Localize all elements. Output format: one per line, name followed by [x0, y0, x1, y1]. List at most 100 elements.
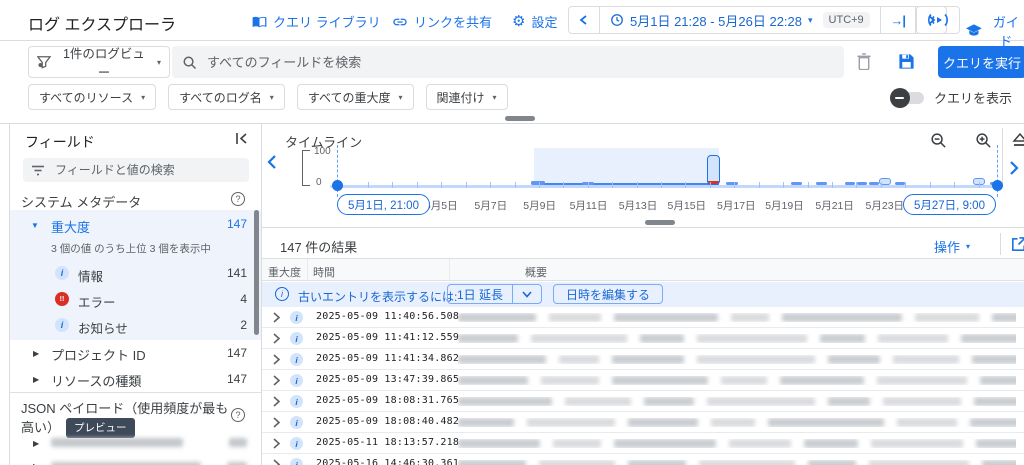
redacted-summary — [458, 418, 1016, 427]
expand-row-button[interactable] — [272, 375, 281, 386]
guide-label: ガイド — [992, 15, 1019, 49]
timeline-bar[interactable] — [844, 182, 855, 185]
guide-button[interactable]: ガイド — [966, 12, 1024, 50]
log-entry-row[interactable]: i 2025-05-11 18:13:57.218 — [262, 433, 1024, 454]
chevron-collapsed-icon[interactable]: ▶ — [33, 375, 39, 384]
severity-value-row[interactable]: i 情報 141 — [10, 260, 261, 286]
delete-query-button[interactable] — [856, 53, 872, 70]
log-timestamp: 2025-05-09 11:41:34.862 — [316, 353, 460, 364]
jump-to-now-button[interactable]: →| — [881, 7, 915, 33]
sidebar-field-severity[interactable]: ▼ 重大度 147 — [10, 214, 261, 238]
banner-text: 古いエントリを表示するには: — [298, 290, 458, 304]
timeline-bar[interactable] — [726, 182, 739, 185]
share-link-button[interactable]: リンクを共有 — [392, 12, 492, 31]
chevron-down-icon: ▾ — [808, 14, 813, 25]
extend-options-button[interactable] — [513, 285, 541, 303]
chevron-collapsed-icon[interactable]: ▶ — [33, 349, 39, 358]
redacted-field-row[interactable]: ▶ — [10, 456, 261, 465]
log-entry-row[interactable]: i 2025-05-09 11:41:12.559 — [262, 328, 1024, 349]
expand-row-button[interactable] — [272, 417, 281, 428]
expand-row-button[interactable] — [272, 333, 281, 344]
redacted-field-row[interactable]: ▶ — [10, 430, 261, 456]
search-input[interactable] — [205, 53, 834, 71]
collapse-timeline-button[interactable] — [1012, 132, 1024, 148]
axis-tick-label: 5月21日 — [815, 200, 854, 212]
save-query-button[interactable] — [898, 53, 915, 70]
axis-tick — [661, 182, 663, 188]
log-entry-row[interactable]: i 2025-05-09 18:08:40.482 — [262, 412, 1024, 433]
info-severity-icon: i — [290, 458, 303, 465]
y-axis-min-label: 0 — [316, 177, 322, 188]
filter-chip-0[interactable]: すべてのリソース ▾ — [28, 84, 157, 110]
expand-row-button[interactable] — [272, 438, 281, 449]
expand-row-button[interactable] — [272, 396, 281, 407]
stream-logs-button[interactable] — [916, 6, 960, 34]
sidebar-field-row[interactable]: ▶ プロジェクト ID 147 — [10, 340, 261, 366]
log-view-selector[interactable]: 1件のログビュー ▾ — [28, 46, 170, 80]
filter-chip-1[interactable]: すべてのログ名 ▾ — [168, 84, 285, 110]
run-query-button[interactable]: クエリを実行 — [938, 46, 1024, 78]
log-entry-row[interactable]: i 2025-05-09 11:40:56.508 — [262, 307, 1024, 328]
axis-tick — [538, 182, 540, 188]
extend-one-day-button[interactable]: 1日 延長 — [448, 285, 512, 303]
sidebar-scrollbar[interactable] — [254, 210, 259, 335]
range-end-handle[interactable] — [992, 180, 1003, 191]
actions-dropdown[interactable]: 操作 ▾ — [934, 237, 970, 256]
timeline-bar[interactable] — [530, 181, 545, 185]
collapse-panel-button[interactable] — [235, 132, 249, 145]
axis-tick — [954, 182, 956, 188]
severity-value-label: エラー — [78, 296, 116, 310]
log-entry-row[interactable]: i 2025-05-09 18:08:31.765 — [262, 391, 1024, 412]
time-range-button[interactable]: 5月1日 21:28 - 5月26日 22:28 ▾ UTC+9 — [600, 7, 880, 33]
chevron-right-icon — [273, 375, 281, 386]
chevron-collapsed-icon[interactable]: ▶ — [33, 439, 39, 448]
fields-search-input[interactable] — [53, 162, 241, 178]
panel-resize-handle[interactable] — [505, 116, 535, 121]
timeline-bar[interactable] — [706, 155, 720, 185]
axis-tick — [563, 182, 565, 188]
expand-row-button[interactable] — [272, 354, 281, 365]
redacted-text — [458, 355, 546, 364]
redacted-text — [553, 439, 601, 448]
severity-value-label: 情報 — [78, 270, 104, 284]
show-query-toggle[interactable] — [889, 87, 924, 108]
divider — [1002, 128, 1003, 184]
expand-row-button[interactable] — [272, 312, 281, 323]
extend-time-split-button: 1日 延長 — [447, 284, 543, 304]
timeline-bar[interactable] — [868, 182, 879, 185]
log-entry-row[interactable]: i 2025-05-09 13:47:39.865 — [262, 370, 1024, 391]
query-library-button[interactable]: クエリ ライブラリ — [252, 12, 381, 31]
divider — [10, 392, 261, 393]
search-icon — [183, 56, 197, 69]
help-icon[interactable]: ? — [231, 408, 245, 422]
timeline-resize-handle[interactable] — [645, 220, 675, 225]
redacted-text — [980, 376, 1016, 385]
sidebar-field-row[interactable]: ▶ リソースの種類 147 — [10, 366, 261, 392]
severity-value-row[interactable]: !! エラー 4 — [10, 286, 261, 312]
settings-button[interactable]: ⚙ 設定 — [512, 12, 557, 31]
timeline-bar[interactable] — [894, 182, 905, 185]
stream-icon — [927, 13, 949, 27]
severity-value-row[interactable]: i お知らせ 2 — [10, 312, 261, 338]
range-end-pill[interactable]: 5月27日, 9:00 — [903, 194, 996, 215]
help-icon[interactable]: ? — [231, 192, 245, 206]
severity-field-count: 147 — [226, 217, 247, 231]
range-start-pill[interactable]: 5月1日, 21:00 — [337, 194, 430, 215]
expand-row-button[interactable] — [272, 459, 281, 465]
timeline-bar[interactable] — [815, 182, 827, 185]
timeline-scroll-left-button[interactable] — [266, 154, 278, 170]
timeline-bar[interactable] — [856, 182, 867, 185]
log-entry-row[interactable]: i 2025-05-09 11:41:34.862 — [262, 349, 1024, 370]
timeline-bar[interactable] — [790, 182, 802, 185]
redacted-summary — [458, 334, 1016, 343]
chevron-expanded-icon[interactable]: ▼ — [31, 221, 39, 230]
log-entry-row[interactable]: i 2025-05-16 14:46:30.361 — [262, 454, 1024, 465]
filter-chip-3[interactable]: 関連付け ▾ — [425, 84, 508, 110]
timeline-scroll-right-button[interactable] — [1008, 160, 1020, 176]
range-start-handle[interactable] — [332, 180, 343, 191]
field-label: プロジェクト ID — [51, 348, 146, 363]
time-back-button[interactable] — [569, 7, 599, 33]
edit-datetime-button[interactable]: 日時を編集する — [553, 284, 664, 304]
open-in-new-button[interactable] — [1010, 236, 1024, 253]
filter-chip-2[interactable]: すべての重大度 ▾ — [296, 84, 414, 110]
